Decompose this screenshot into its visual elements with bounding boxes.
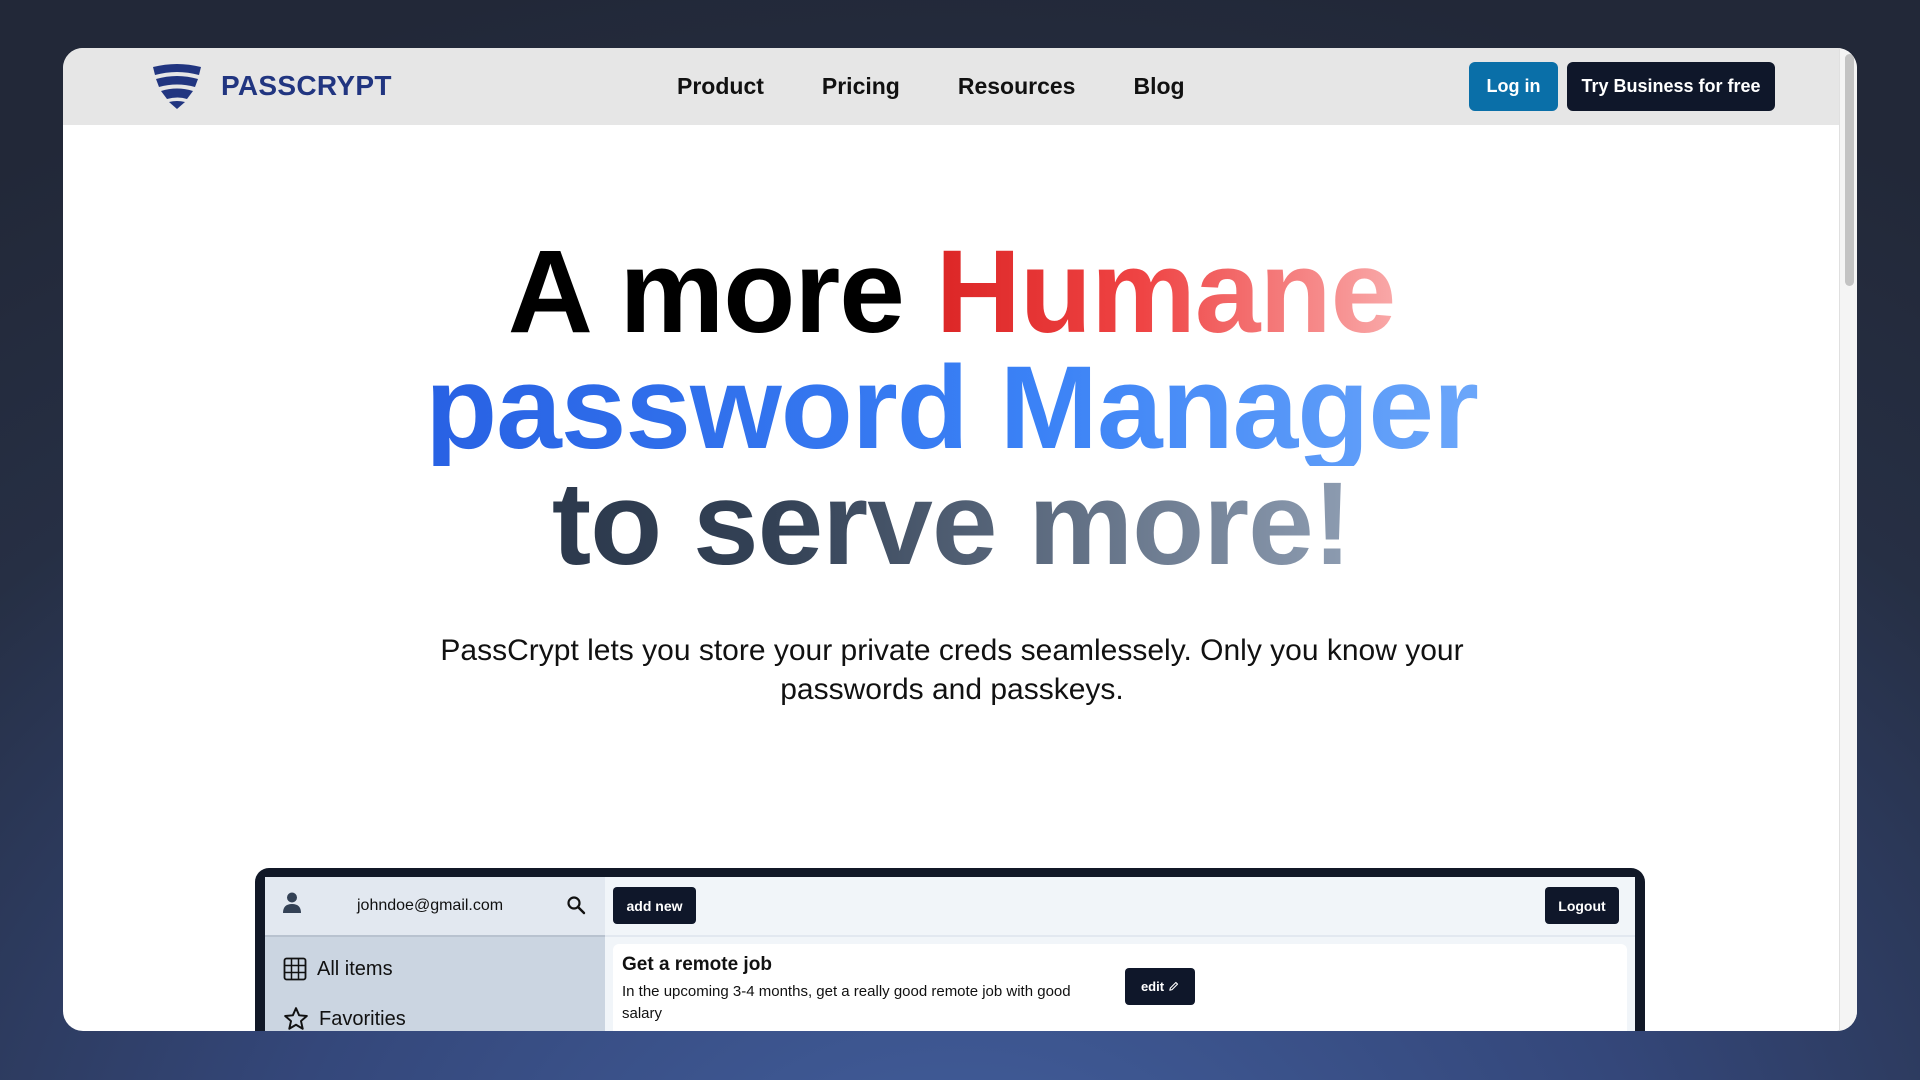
hero-line-1: A more Humane bbox=[63, 233, 1840, 351]
sidebar-item-favorities[interactable]: Favorities bbox=[283, 1006, 406, 1031]
hero-line-2: password Manager bbox=[63, 349, 1840, 467]
try-business-button[interactable]: Try Business for free bbox=[1567, 62, 1775, 111]
hero-subtitle: PassCrypt lets you store your private cr… bbox=[440, 634, 1464, 706]
app-preview-frame: johndoe@gmail.com All items Favorities a… bbox=[255, 868, 1645, 1031]
nav-link-pricing[interactable]: Pricing bbox=[822, 73, 900, 100]
browser-window: PASSCRYPT Product Pricing Resources Blog… bbox=[63, 48, 1857, 1031]
hero-text-humane: Humane bbox=[935, 226, 1397, 358]
note-card-title: Get a remote job bbox=[622, 954, 772, 975]
page-scrollbar[interactable] bbox=[1839, 48, 1857, 1031]
pencil-icon bbox=[1169, 981, 1179, 991]
nav-links: Product Pricing Resources Blog bbox=[677, 48, 1185, 125]
nav-link-resources[interactable]: Resources bbox=[958, 73, 1076, 100]
logo[interactable]: PASSCRYPT bbox=[151, 63, 392, 109]
hero-headline: A more Humane password Manager to serve … bbox=[63, 233, 1840, 583]
logout-button[interactable]: Logout bbox=[1545, 887, 1619, 924]
logo-text: PASSCRYPT bbox=[221, 70, 392, 101]
scrollbar-thumb[interactable] bbox=[1845, 54, 1854, 286]
edit-button[interactable]: edit bbox=[1125, 968, 1195, 1005]
nav-link-blog[interactable]: Blog bbox=[1133, 73, 1184, 100]
passcrypt-shield-icon bbox=[153, 64, 201, 109]
note-card-description: In the upcoming 3-4 months, get a really… bbox=[622, 983, 1071, 1022]
app-sidebar-header: johndoe@gmail.com bbox=[265, 877, 605, 937]
edit-button-label: edit bbox=[1140, 979, 1165, 994]
sidebar-item-label: Favorities bbox=[319, 1007, 406, 1030]
hero-text-a-more: A more bbox=[507, 226, 936, 358]
user-icon bbox=[283, 892, 301, 913]
app-toolbar: add new Logout bbox=[605, 877, 1635, 937]
nav-link-product[interactable]: Product bbox=[677, 73, 764, 100]
note-card[interactable]: Get a remote job In the upcoming 3-4 mon… bbox=[613, 944, 1627, 1031]
app-preview: johndoe@gmail.com All items Favorities a… bbox=[265, 877, 1635, 1031]
grid-icon bbox=[283, 957, 307, 981]
hero-line-3: to serve more! bbox=[63, 465, 1840, 583]
top-navbar: PASSCRYPT Product Pricing Resources Blog… bbox=[63, 48, 1840, 125]
user-email: johndoe@gmail.com bbox=[357, 897, 504, 914]
search-icon[interactable] bbox=[566, 895, 586, 915]
add-new-button[interactable]: add new bbox=[613, 887, 696, 924]
star-icon bbox=[284, 1007, 308, 1030]
app-sidebar: johndoe@gmail.com All items Favorities bbox=[265, 877, 605, 1031]
sidebar-item-label: All items bbox=[317, 957, 393, 980]
sidebar-item-all-items[interactable]: All items bbox=[283, 957, 393, 981]
login-button[interactable]: Log in bbox=[1469, 62, 1558, 111]
